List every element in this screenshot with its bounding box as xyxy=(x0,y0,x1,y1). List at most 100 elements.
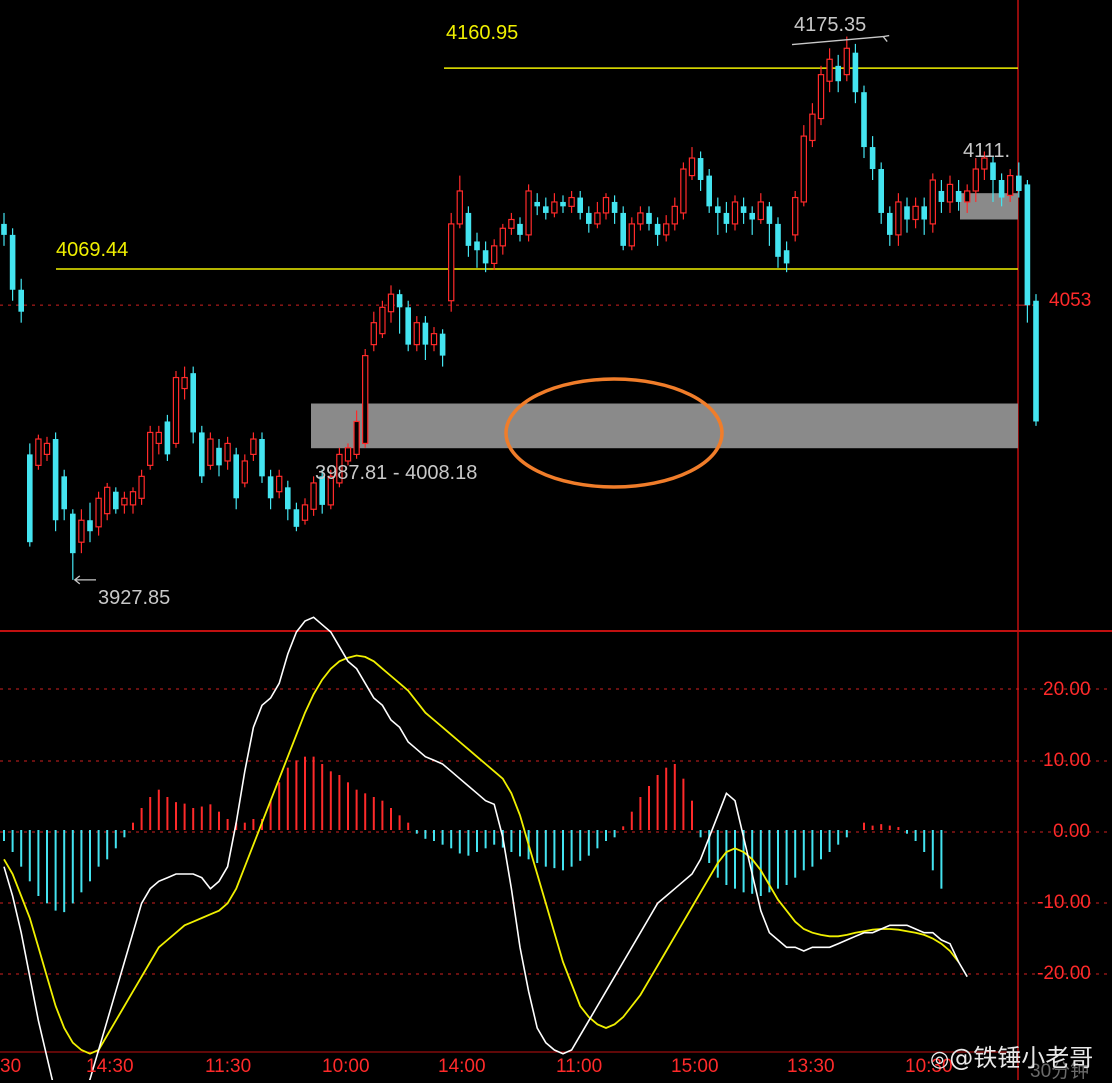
candle-body-40 xyxy=(344,447,352,462)
chart-frame xyxy=(0,0,1112,1080)
macd-axis-10: 10.00 xyxy=(1043,750,1091,771)
candle-body-59 xyxy=(508,218,515,229)
candle-body-80 xyxy=(688,157,696,177)
candle-body-29 xyxy=(250,438,257,455)
candle-body-21 xyxy=(181,376,188,390)
x-tick-1: 14:30 xyxy=(86,1056,134,1077)
candle-body-118 xyxy=(1016,175,1022,191)
candle-body-20 xyxy=(172,376,180,445)
candle-body-35 xyxy=(301,504,309,521)
candle-body-87 xyxy=(749,212,755,220)
candle-body-58 xyxy=(499,227,507,247)
candle-body-88 xyxy=(757,201,765,221)
candle-body-33 xyxy=(285,487,291,510)
x-tick-0: 30 xyxy=(0,1056,22,1077)
macd-layer xyxy=(3,616,968,1080)
x-tick-2: 11:30 xyxy=(205,1056,252,1077)
candle-body-19 xyxy=(164,421,171,455)
candle-body-102 xyxy=(878,169,884,213)
candle-body-34 xyxy=(293,509,300,527)
candle-body-75 xyxy=(646,212,652,224)
candle-body-10 xyxy=(87,520,93,532)
candle-body-66 xyxy=(568,196,575,207)
candle-body-44 xyxy=(379,306,386,335)
candle-body-98 xyxy=(843,47,851,76)
candle-body-32 xyxy=(276,475,283,493)
candle-body-100 xyxy=(861,92,867,148)
candle-body-30 xyxy=(259,439,265,477)
candle-body-47 xyxy=(405,307,411,345)
candle-body-4 xyxy=(35,438,42,466)
candle-body-104 xyxy=(895,201,902,236)
low-label: 3927.85 xyxy=(98,587,171,609)
candle-body-103 xyxy=(887,212,893,235)
candle-body-81 xyxy=(697,158,704,180)
candle-body-50 xyxy=(430,333,438,346)
candle-body-71 xyxy=(611,201,618,213)
support-zone xyxy=(311,403,1018,449)
candle-body-42 xyxy=(362,355,369,445)
candle-body-74 xyxy=(637,212,644,225)
candle-body-11 xyxy=(95,497,102,528)
candle-body-116 xyxy=(998,180,1005,198)
axis-price-label: 4053 xyxy=(1049,290,1092,311)
macd-axis-neg10: -10.00 xyxy=(1037,892,1091,913)
dea-line xyxy=(3,654,960,1055)
x-tick-6: 15:00 xyxy=(671,1056,719,1077)
candle-body-53 xyxy=(456,190,464,225)
peak-pointer-line xyxy=(791,35,884,46)
candle-body-115 xyxy=(990,162,996,180)
candle-body-111 xyxy=(955,190,962,202)
candle-body-68 xyxy=(586,212,592,224)
candle-body-15 xyxy=(129,491,137,506)
candle-body-54 xyxy=(465,212,472,246)
candle-body-113 xyxy=(972,168,980,192)
candle-body-96 xyxy=(826,58,833,82)
candle-body-92 xyxy=(791,196,799,236)
last-price-partial-label: 4111. xyxy=(963,140,1011,162)
candle-body-101 xyxy=(869,147,876,170)
candle-body-99 xyxy=(852,52,859,93)
candle-body-17 xyxy=(147,431,154,466)
candle-body-106 xyxy=(912,205,919,221)
macd-axis-20: 20.00 xyxy=(1043,679,1091,700)
candle-body-55 xyxy=(474,241,480,251)
candle-body-91 xyxy=(783,250,790,264)
dif-line xyxy=(3,616,968,1080)
candle-body-45 xyxy=(387,293,395,313)
candle-body-94 xyxy=(809,113,816,142)
macd-axis-neg20: -20.00 xyxy=(1037,963,1091,984)
candle-body-24 xyxy=(207,438,214,466)
candle-body-117 xyxy=(1006,175,1014,196)
candle-body-107 xyxy=(921,206,927,220)
candle-body-85 xyxy=(731,201,739,225)
candle-body-0 xyxy=(1,223,7,235)
candle-body-57 xyxy=(491,245,498,265)
candle-body-76 xyxy=(654,223,661,235)
watermark-text: @铁锤小老哥 xyxy=(949,1044,1094,1072)
candle-body-62 xyxy=(534,201,540,207)
candle-body-48 xyxy=(413,322,421,346)
candle-body-112 xyxy=(963,190,971,203)
candle-body-36 xyxy=(310,482,317,510)
candle-body-108 xyxy=(929,179,937,225)
x-tick-4: 14:00 xyxy=(438,1056,486,1077)
candle-body-22 xyxy=(190,373,196,433)
candle-body-51 xyxy=(439,333,446,356)
candle-body-1 xyxy=(9,234,16,290)
candle-body-97 xyxy=(835,65,841,82)
candle-body-82 xyxy=(706,175,712,207)
level-mid-label: 4069.44 xyxy=(56,239,129,261)
candle-body-77 xyxy=(662,223,670,236)
candle-body-70 xyxy=(602,196,610,214)
candle-body-67 xyxy=(577,197,583,213)
candle-body-93 xyxy=(800,135,808,203)
candle-body-105 xyxy=(904,206,910,220)
candle-body-86 xyxy=(740,206,747,213)
candle-body-2 xyxy=(18,289,24,312)
candle-body-60 xyxy=(517,223,523,235)
candle-body-23 xyxy=(199,432,205,477)
candle-body-41 xyxy=(353,420,360,455)
chart-canvas xyxy=(0,0,1112,1080)
candle-body-79 xyxy=(680,168,687,214)
